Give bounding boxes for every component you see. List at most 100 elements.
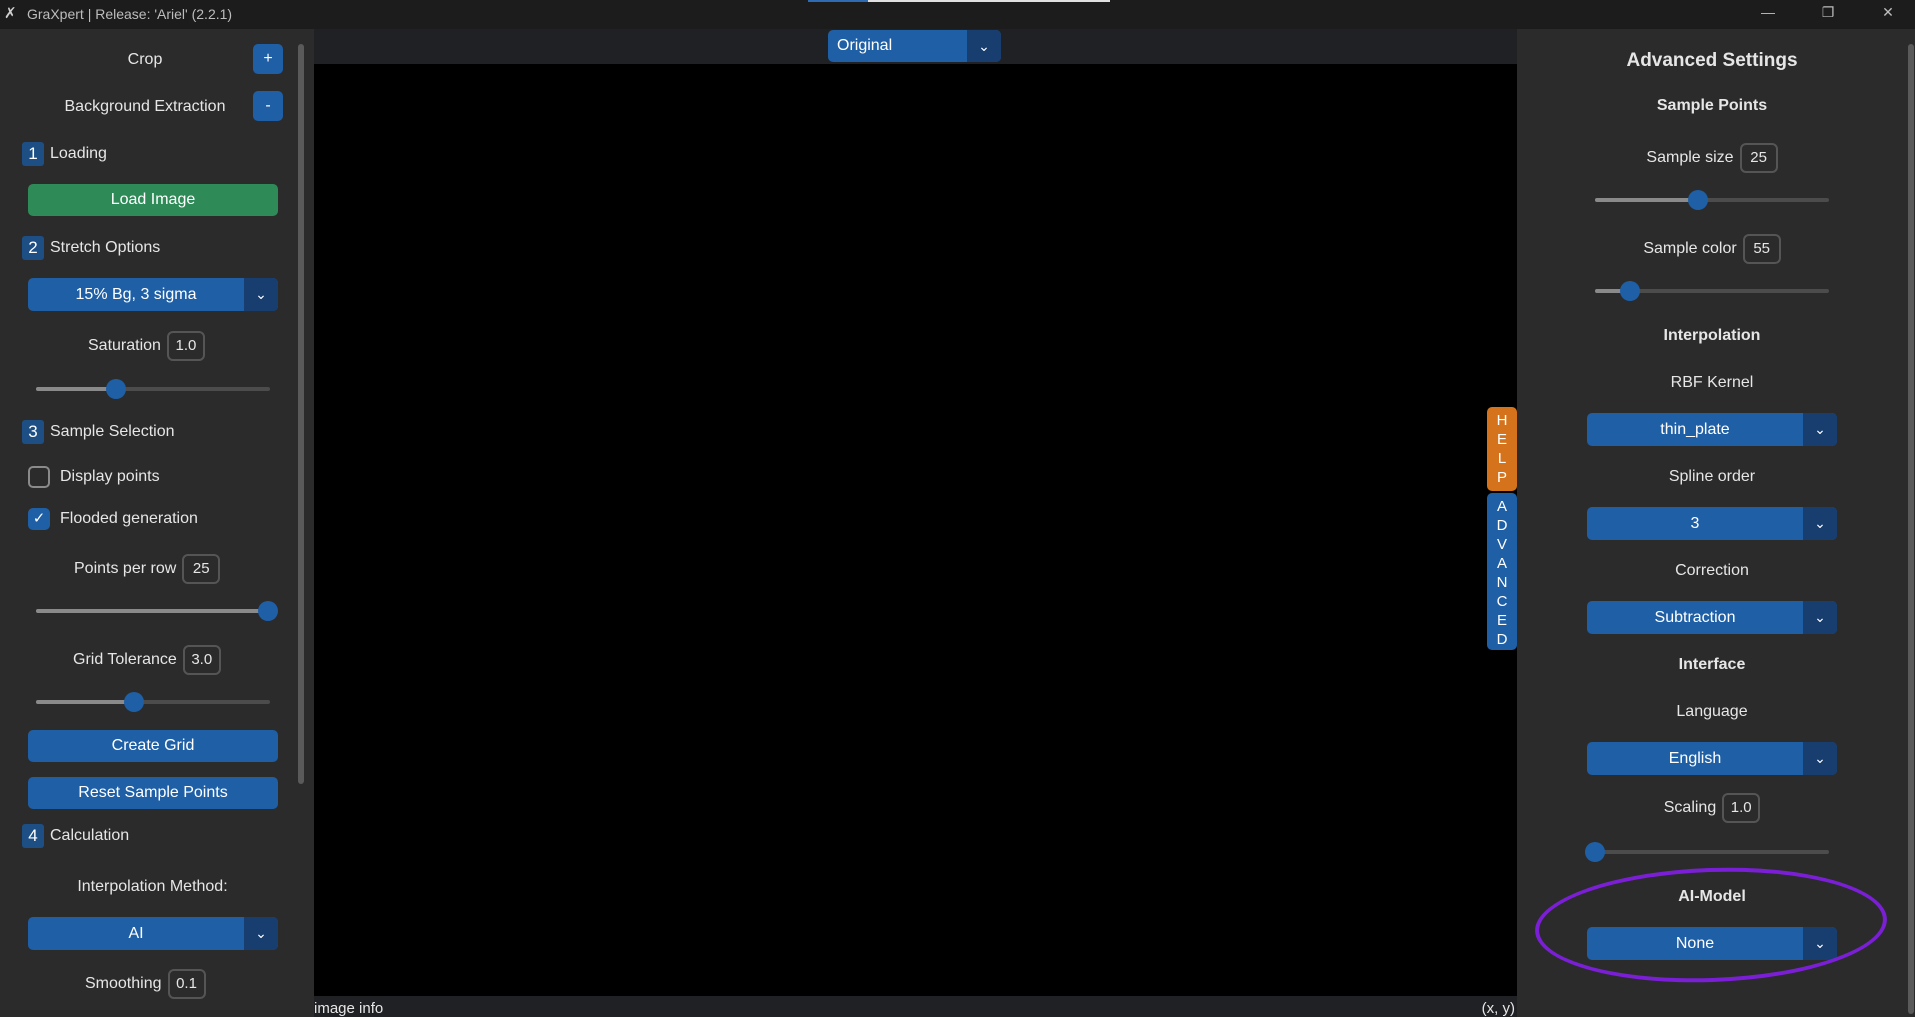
- sample-color-value[interactable]: 55: [1742, 234, 1781, 264]
- flooded-generation-checkbox[interactable]: ✓ Flooded generation: [28, 508, 198, 530]
- select-value: English: [1668, 750, 1722, 767]
- slider-fill: [36, 387, 116, 391]
- points-per-row-value[interactable]: 25: [182, 554, 221, 584]
- language-label: Language: [1676, 703, 1748, 720]
- step-label: Stretch Options: [50, 239, 161, 257]
- chevron-down-icon[interactable]: ⌄: [1803, 742, 1837, 775]
- points-per-row-slider[interactable]: [36, 601, 278, 621]
- checkbox-box[interactable]: [28, 466, 50, 488]
- slider-knob[interactable]: [105, 379, 126, 399]
- advanced-letter: E: [1496, 612, 1507, 629]
- minimize-icon[interactable]: —: [1748, 4, 1788, 20]
- slider-knob[interactable]: [1620, 281, 1641, 301]
- rbf-kernel-label: RBF Kernel: [1670, 374, 1754, 391]
- smoothing-label: Smoothing: [85, 975, 162, 993]
- checkbox-label: Flooded generation: [60, 510, 198, 528]
- help-tab[interactable]: HELP: [1487, 407, 1517, 491]
- crop-toggle-button[interactable]: +: [253, 44, 283, 74]
- create-grid-button[interactable]: Create Grid: [28, 730, 278, 762]
- view-mode-select[interactable]: Original ⌄: [828, 30, 1001, 62]
- step-number: 4: [22, 824, 44, 848]
- chevron-down-icon[interactable]: ⌄: [1803, 507, 1837, 540]
- sample-size-value[interactable]: 25: [1739, 143, 1778, 173]
- slider-fill: [36, 609, 268, 613]
- sample-size-control: Sample size 25: [1517, 143, 1907, 173]
- advanced-tab[interactable]: ADVANCED: [1487, 493, 1517, 650]
- crop-label: Crop: [127, 51, 163, 68]
- advanced-letter: D: [1496, 517, 1508, 534]
- sample-color-slider[interactable]: [1595, 281, 1829, 301]
- restore-icon[interactable]: ❐: [1808, 4, 1848, 21]
- select-value: Subtraction: [1654, 609, 1736, 626]
- slider-fill: [36, 700, 135, 704]
- image-canvas[interactable]: [314, 64, 1517, 996]
- scaling-control: Scaling 1.0: [1517, 793, 1907, 823]
- smoothing-value[interactable]: 0.1: [167, 969, 206, 999]
- slider-knob[interactable]: [1687, 190, 1708, 210]
- sample-size-label: Sample size: [1646, 149, 1734, 167]
- chevron-down-icon[interactable]: ⌄: [244, 917, 278, 950]
- interpolation-method-select[interactable]: AI ⌄: [28, 917, 278, 950]
- step-number: 1: [22, 142, 44, 166]
- select-value: AI: [128, 925, 144, 942]
- top-accent-line: [808, 0, 868, 2]
- right-scrollbar[interactable]: [1908, 44, 1914, 1014]
- grid-tolerance-value[interactable]: 3.0: [182, 645, 221, 675]
- slider-knob[interactable]: [258, 601, 278, 621]
- slider-knob[interactable]: [124, 692, 145, 712]
- step-number: 2: [22, 236, 44, 260]
- correction-select[interactable]: Subtraction ⌄: [1587, 601, 1837, 634]
- step-sample-selection: 3 Sample Selection: [22, 420, 175, 444]
- smoothing-control: Smoothing 0.1: [85, 969, 206, 999]
- stretch-preset-select[interactable]: 15% Bg, 3 sigma ⌄: [28, 278, 278, 311]
- select-value: 3: [1690, 515, 1700, 532]
- points-per-row-control: Points per row 25: [74, 554, 221, 584]
- load-image-button[interactable]: Load Image: [28, 184, 278, 216]
- grid-tolerance-slider[interactable]: [36, 692, 270, 712]
- advanced-letter: C: [1496, 593, 1508, 610]
- spline-order-select[interactable]: 3 ⌄: [1587, 507, 1837, 540]
- spline-order-label: Spline order: [1668, 468, 1756, 485]
- step-number: 3: [22, 420, 44, 444]
- saturation-slider[interactable]: [36, 379, 270, 399]
- chevron-down-icon[interactable]: ⌄: [244, 278, 278, 311]
- rbf-kernel-select[interactable]: thin_plate ⌄: [1587, 413, 1837, 446]
- help-letter: H: [1496, 412, 1508, 429]
- advanced-settings-title: Advanced Settings: [1626, 50, 1798, 71]
- bg-extraction-toggle-button[interactable]: -: [253, 91, 283, 121]
- interpolation-method-label: Interpolation Method:: [77, 878, 228, 895]
- checkmark-icon[interactable]: ✓: [28, 508, 50, 530]
- step-label: Sample Selection: [50, 423, 175, 441]
- left-panel: Crop + Background Extraction - 1 Loading …: [0, 29, 314, 1017]
- language-select[interactable]: English ⌄: [1587, 742, 1837, 775]
- close-icon[interactable]: ✕: [1868, 4, 1908, 21]
- scaling-label: Scaling: [1663, 799, 1717, 817]
- sample-color-label: Sample color: [1643, 240, 1737, 258]
- chevron-down-icon[interactable]: ⌄: [1803, 413, 1837, 446]
- checkbox-label: Display points: [60, 468, 160, 486]
- interpolation-heading: Interpolation: [1663, 327, 1761, 344]
- image-info-label: image info: [314, 1000, 384, 1017]
- sample-color-control: Sample color 55: [1517, 234, 1907, 264]
- display-points-checkbox[interactable]: Display points: [28, 466, 160, 488]
- status-bar: image info (x, y): [314, 996, 1517, 1017]
- slider-knob[interactable]: [1585, 842, 1605, 862]
- saturation-value[interactable]: 1.0: [166, 331, 205, 361]
- chevron-down-icon[interactable]: ⌄: [1803, 601, 1837, 634]
- chevron-down-icon[interactable]: ⌄: [967, 30, 1001, 62]
- scaling-slider[interactable]: [1585, 842, 1829, 862]
- saturation-label: Saturation: [88, 337, 161, 355]
- sample-size-slider[interactable]: [1595, 190, 1829, 210]
- sample-points-heading: Sample Points: [1656, 97, 1768, 114]
- advanced-letter: N: [1496, 574, 1508, 591]
- advanced-letter: A: [1496, 498, 1507, 515]
- graxpert-icon: ✗: [4, 5, 17, 22]
- reset-sample-points-button[interactable]: Reset Sample Points: [28, 777, 278, 809]
- scaling-value[interactable]: 1.0: [1722, 793, 1761, 823]
- interface-heading: Interface: [1678, 656, 1746, 673]
- window-title: GraXpert | Release: 'Ariel' (2.2.1): [27, 6, 233, 22]
- advanced-letter: V: [1496, 536, 1507, 553]
- left-scrollbar[interactable]: [298, 44, 304, 784]
- bg-extraction-label: Background Extraction: [64, 98, 226, 115]
- help-letter: E: [1496, 431, 1507, 448]
